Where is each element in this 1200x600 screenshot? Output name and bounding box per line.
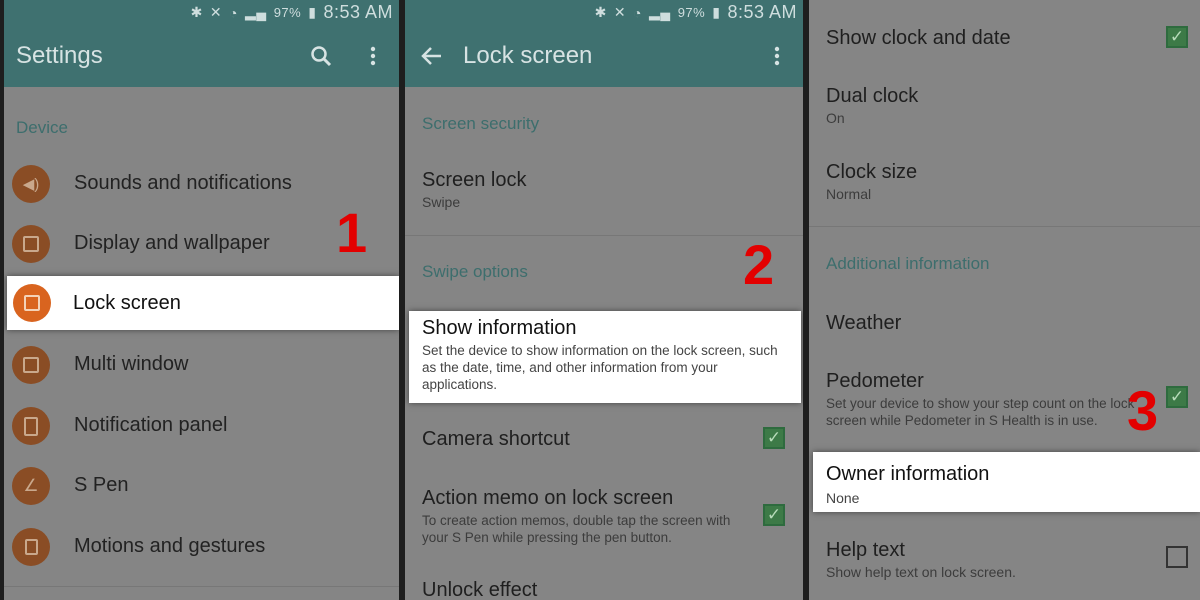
notification-panel-icon	[12, 407, 50, 445]
setting-title: Weather	[826, 312, 902, 334]
divider	[809, 226, 1200, 227]
help-text-checkbox[interactable]	[1166, 546, 1188, 568]
signal-icon: ▂▄	[649, 4, 671, 20]
more-options-icon[interactable]	[751, 46, 803, 66]
setting-title: Unlock effect	[422, 579, 538, 600]
section-header-device: Device	[16, 118, 68, 137]
motions-icon	[12, 528, 50, 566]
bluetooth-icon: ✱	[190, 4, 203, 20]
setting-weather[interactable]: Weather	[826, 311, 1160, 335]
section-header-screen-security: Screen security	[422, 114, 540, 133]
setting-subtitle: To create action memos, double tap the s…	[422, 513, 731, 545]
display-icon	[12, 225, 50, 263]
setting-camera-shortcut[interactable]: Camera shortcut	[422, 427, 763, 451]
setting-title: Help text	[826, 539, 905, 561]
setting-title: Dual clock	[826, 85, 919, 107]
battery-level: 97%	[273, 5, 302, 20]
setting-subtitle: On	[826, 110, 845, 126]
mute-icon: ✕	[613, 4, 627, 20]
setting-subtitle: Set your device to show your step count …	[826, 396, 1135, 428]
lock-screen-icon	[13, 284, 51, 322]
step-number-3: 3	[1127, 379, 1159, 442]
setting-title: Show clock and date	[826, 27, 1011, 49]
settings-item-notification-panel[interactable]: Notification panel	[4, 404, 399, 448]
setting-owner-information[interactable]: Owner information None	[813, 452, 1200, 512]
setting-clock-size[interactable]: Clock size Normal	[826, 160, 1160, 203]
battery-icon: ▮	[712, 4, 721, 20]
setting-subtitle: Show help text on lock screen.	[826, 564, 1016, 580]
step-number-1: 1	[336, 201, 368, 264]
setting-subtitle: Normal	[826, 186, 872, 202]
setting-title: Action memo on lock screen	[422, 487, 674, 509]
setting-action-memo[interactable]: Action memo on lock screen To create act…	[422, 486, 743, 546]
pen-icon: ∠	[12, 467, 50, 505]
status-bar: ✱ ✕ ◔ ▂▄ 97% ▮ 8:53 AM	[4, 0, 399, 25]
show-clock-checkbox[interactable]: ✓	[1166, 26, 1188, 48]
setting-show-clock-and-date[interactable]: Show clock and date	[826, 26, 1160, 50]
battery-level: 97%	[677, 5, 706, 20]
clock: 8:53 AM	[323, 2, 393, 22]
bluetooth-icon: ✱	[594, 4, 607, 20]
search-icon[interactable]	[295, 45, 347, 67]
wifi-icon: ◔	[229, 4, 239, 21]
camera-shortcut-checkbox[interactable]: ✓	[763, 427, 785, 449]
setting-title: Clock size	[826, 161, 918, 183]
setting-title: Pedometer	[826, 370, 924, 392]
settings-item-label: S Pen	[74, 474, 129, 496]
speaker-icon: ◀)	[12, 165, 50, 203]
settings-item-motions[interactable]: Motions and gestures	[4, 525, 399, 569]
page-title: Settings	[16, 42, 103, 69]
signal-icon: ▂▄	[245, 4, 267, 20]
lock-screen-panel: ✱ ✕ ◔ ▂▄ 97% ▮ 8:53 AM Lock screen Scree…	[405, 0, 803, 600]
clock: 8:53 AM	[727, 2, 797, 22]
battery-icon: ▮	[308, 4, 317, 20]
settings-item-lock-screen[interactable]: Lock screen	[7, 276, 399, 330]
mute-icon: ✕	[209, 4, 223, 20]
setting-pedometer[interactable]: Pedometer Set your device to show your s…	[826, 369, 1140, 429]
setting-title: Owner information	[826, 463, 990, 485]
settings-panel: ✱ ✕ ◔ ▂▄ 97% ▮ 8:53 AM Settings Device ◀…	[4, 0, 399, 600]
setting-title: Show information	[422, 317, 577, 339]
setting-subtitle: Set the device to show information on th…	[422, 343, 778, 392]
settings-item-label: Sounds and notifications	[74, 172, 292, 194]
app-bar: Lock screen	[405, 25, 803, 87]
setting-unlock-effect[interactable]: Unlock effect	[422, 578, 763, 600]
screenshot-stage: ✱ ✕ ◔ ▂▄ 97% ▮ 8:53 AM Settings Device ◀…	[0, 0, 1200, 600]
action-memo-checkbox[interactable]: ✓	[763, 504, 785, 526]
setting-show-information[interactable]: Show information Set the device to show …	[409, 311, 801, 403]
setting-screen-lock[interactable]: Screen lock Swipe	[422, 168, 763, 211]
app-bar: Settings	[4, 25, 399, 87]
lock-screen-options-panel: Show clock and date ✓ Dual clock On Cloc…	[809, 0, 1200, 600]
settings-item-label: Display and wallpaper	[74, 232, 270, 254]
settings-item-label: Motions and gestures	[74, 535, 266, 557]
more-options-icon[interactable]	[347, 46, 399, 66]
wifi-icon: ◔	[633, 4, 643, 21]
setting-help-text[interactable]: Help text Show help text on lock screen.	[826, 538, 1160, 581]
page-title: Lock screen	[463, 42, 593, 69]
section-header-swipe-options: Swipe options	[422, 262, 528, 281]
setting-title: Camera shortcut	[422, 428, 570, 450]
divider	[4, 586, 399, 587]
settings-item-label: Multi window	[74, 353, 189, 375]
step-number-2: 2	[743, 233, 775, 296]
multi-window-icon	[12, 346, 50, 384]
status-bar: ✱ ✕ ◔ ▂▄ 97% ▮ 8:53 AM	[405, 0, 803, 25]
back-arrow-icon[interactable]	[413, 47, 451, 65]
settings-item-s-pen[interactable]: ∠ S Pen	[4, 464, 399, 508]
setting-dual-clock[interactable]: Dual clock On	[826, 84, 1160, 127]
pedometer-checkbox[interactable]: ✓	[1166, 386, 1188, 408]
setting-subtitle: None	[826, 490, 860, 506]
section-header-additional-information: Additional information	[826, 254, 990, 273]
setting-title: Screen lock	[422, 169, 527, 191]
settings-item-multi-window[interactable]: Multi window	[4, 343, 399, 387]
settings-item-label: Notification panel	[74, 414, 228, 436]
setting-subtitle: Swipe	[422, 194, 461, 210]
settings-item-label: Lock screen	[73, 292, 181, 314]
